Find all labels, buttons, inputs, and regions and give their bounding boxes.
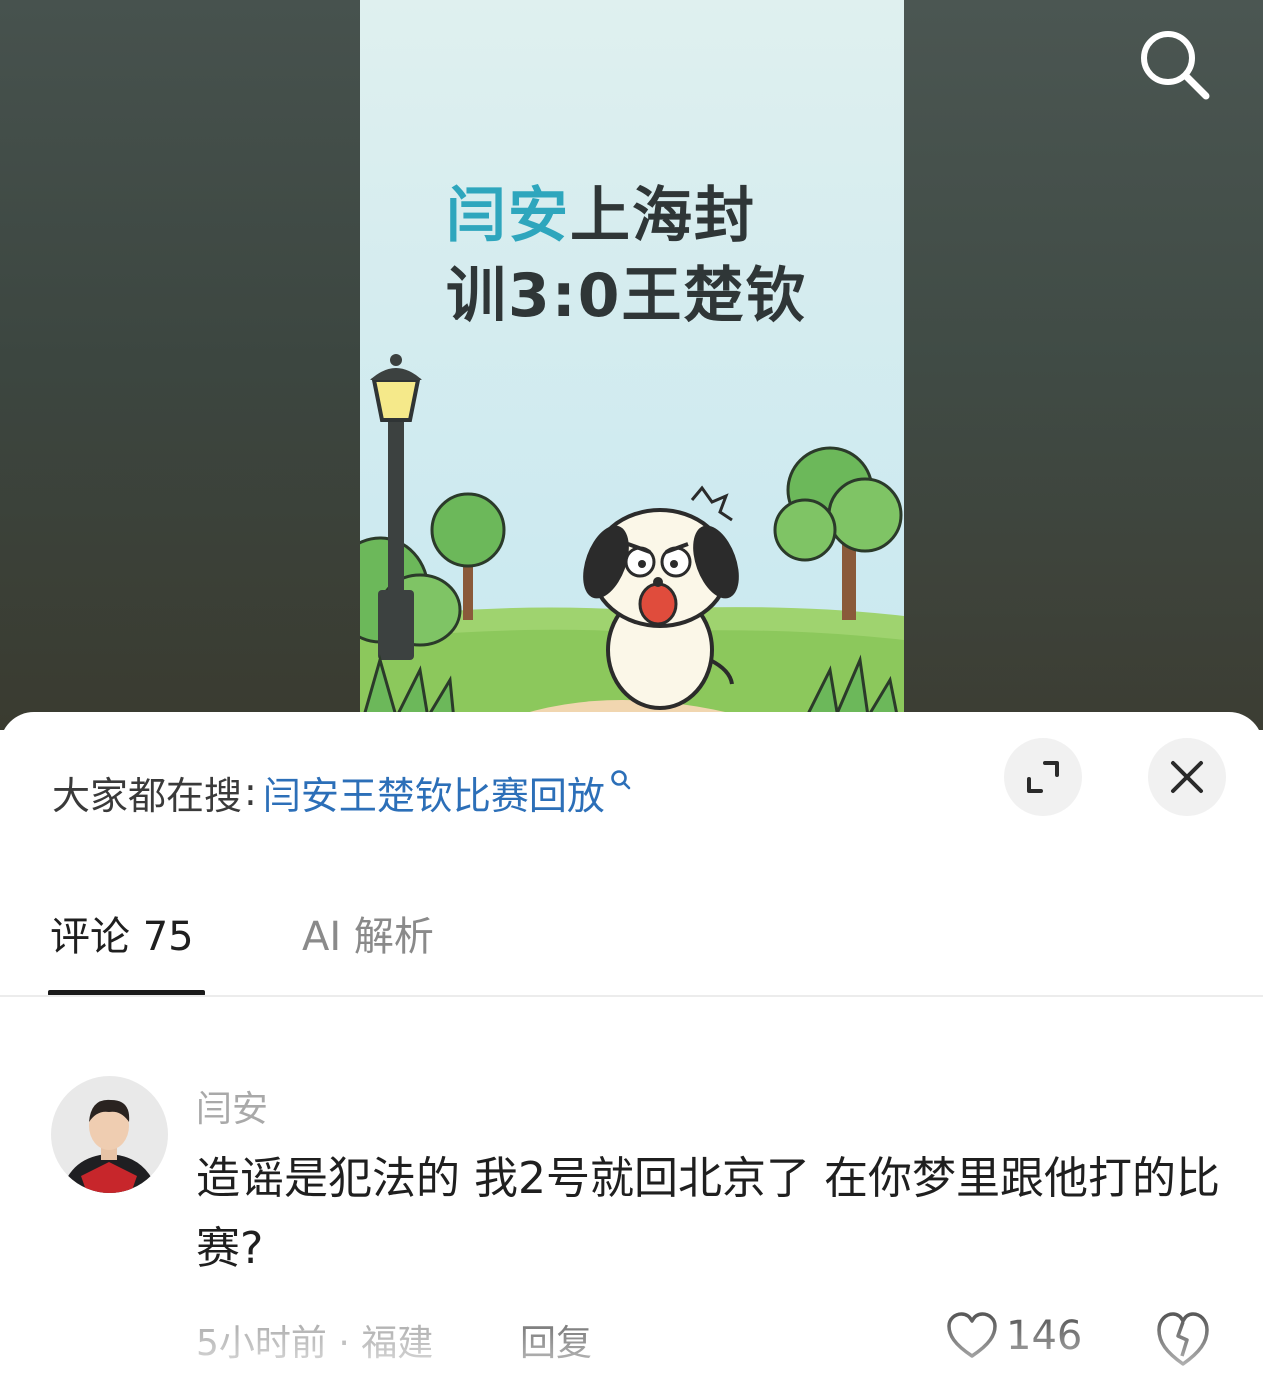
close-icon: [1171, 761, 1203, 793]
tab-ai-analysis[interactable]: AI 解析: [302, 904, 434, 962]
search-icon[interactable]: [1132, 22, 1216, 106]
comment-tabs: 评论 75 AI 解析: [0, 890, 1263, 996]
tab-comments[interactable]: 评论 75: [50, 904, 194, 962]
comment-time-location: 5小时前 · 福建: [196, 1323, 434, 1364]
small-search-icon: [611, 770, 631, 790]
comment-item: 闫安 造谣是犯法的 我2号就回北京了 在你梦里跟他打的比赛? 5小时前 · 福建…: [0, 1060, 1263, 1396]
poster-title: 闫安上海封 训3:0王楚钦: [446, 176, 846, 336]
search-suggestion-colon: :: [244, 770, 257, 814]
video-poster: 闫安上海封 训3:0王楚钦: [360, 0, 904, 730]
search-suggestion-query[interactable]: 闫安王楚钦比赛回放: [263, 765, 605, 820]
poster-title-line2: 训3:0王楚钦: [446, 261, 808, 331]
reply-button[interactable]: 回复: [520, 1314, 592, 1366]
video-blur-left: [0, 0, 360, 730]
expand-icon: [1027, 761, 1059, 793]
heart-icon: [947, 1312, 997, 1358]
video-blur-right: [904, 0, 1263, 730]
close-button[interactable]: [1148, 738, 1226, 816]
poster-title-line1: 上海封: [570, 181, 756, 251]
comment-text: 造谣是犯法的 我2号就回北京了 在你梦里跟他打的比赛?: [196, 1153, 1220, 1274]
expand-button[interactable]: [1004, 738, 1082, 816]
search-suggestion-prefix: 大家都在搜: [52, 773, 243, 818]
like-button[interactable]: 146: [946, 1308, 1082, 1364]
comment-author[interactable]: 闫安: [196, 1080, 268, 1132]
video-player[interactable]: 闫安上海封 训3:0王楚钦: [0, 0, 1263, 730]
like-count: 146: [1006, 1313, 1083, 1359]
poster-title-highlight: 闫安: [446, 181, 570, 251]
tabs-divider: [0, 995, 1263, 997]
search-suggestion[interactable]: 大家都在搜: 闫安王楚钦比赛回放: [52, 766, 635, 818]
dislike-icon[interactable]: [1154, 1308, 1212, 1368]
park-dog-illustration: [360, 354, 904, 730]
avatar[interactable]: [51, 1076, 168, 1193]
